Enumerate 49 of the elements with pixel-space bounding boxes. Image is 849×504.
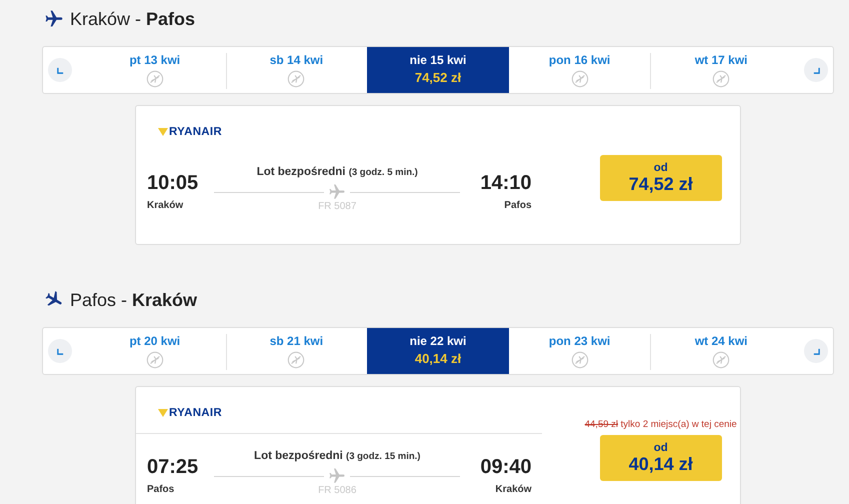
harp-icon — [158, 409, 168, 417]
date-tab[interactable]: pt 13 kwi — [84, 47, 226, 93]
date-tab[interactable]: pt 20 kwi — [84, 328, 226, 374]
next-button[interactable] — [804, 58, 828, 82]
corner-icon — [812, 66, 820, 74]
date-tab[interactable]: wt 24 kwi — [650, 328, 792, 374]
no-flight-icon — [287, 70, 306, 88]
arrival-city: Pafos — [504, 200, 532, 211]
plane-icon — [44, 9, 64, 29]
plane-icon — [328, 467, 346, 485]
route-title: Pafos - Kraków — [70, 290, 198, 310]
date-tab[interactable]: sb 21 kwi — [226, 328, 368, 374]
no-flight-icon — [570, 70, 589, 88]
arrival-city: Kraków — [495, 484, 532, 495]
airline-logo: RYANAIR — [169, 407, 222, 419]
price-button[interactable]: od 40,14 zł — [600, 435, 722, 481]
plane-icon — [328, 183, 346, 201]
flight-type: Lot bezpośredni (3 godz. 5 min.) — [256, 166, 418, 178]
next-button[interactable] — [804, 339, 828, 363]
date-tab[interactable]: pon 16 kwi — [508, 47, 650, 93]
date-tab[interactable]: sb 14 kwi — [226, 47, 368, 93]
previous-button[interactable] — [48, 339, 72, 363]
harp-icon — [158, 128, 168, 136]
previous-button[interactable] — [48, 58, 72, 82]
date-tab[interactable]: wt 17 kwi — [650, 47, 792, 93]
no-flight-icon — [712, 351, 730, 369]
date-tab[interactable]: nie 15 kwi 74,52 zł — [367, 47, 509, 93]
corner-icon — [812, 348, 820, 354]
corner-icon — [56, 66, 64, 74]
departure-time: 07:25 — [147, 456, 200, 479]
no-flight-icon — [712, 70, 730, 88]
date-tab[interactable]: nie 22 kwi 40,14 zł — [367, 328, 509, 374]
old-price: 44,59 zł — [584, 419, 618, 430]
corner-icon — [56, 348, 64, 354]
departure-city: Kraków — [147, 200, 184, 211]
no-flight-icon — [146, 351, 164, 369]
availability-notice: tylko 2 miejsc(a) w tej cenie — [620, 419, 737, 430]
departure-time: 10:05 — [147, 172, 200, 195]
no-flight-icon — [570, 351, 589, 369]
price-button[interactable]: od 74,52 zł — [600, 155, 722, 201]
no-flight-icon — [146, 70, 164, 88]
arrival-time: 14:10 — [480, 172, 532, 195]
arrival-time: 09:40 — [480, 456, 532, 479]
departure-city: Pafos — [147, 484, 176, 495]
route-title: Kraków - Pafos — [70, 8, 196, 30]
airline-logo: RYANAIR — [169, 126, 222, 138]
date-tab[interactable]: pon 23 kwi — [508, 328, 650, 374]
no-flight-icon — [287, 351, 306, 369]
flight-type: Lot bezpośredni (3 godz. 15 min.) — [254, 450, 420, 462]
